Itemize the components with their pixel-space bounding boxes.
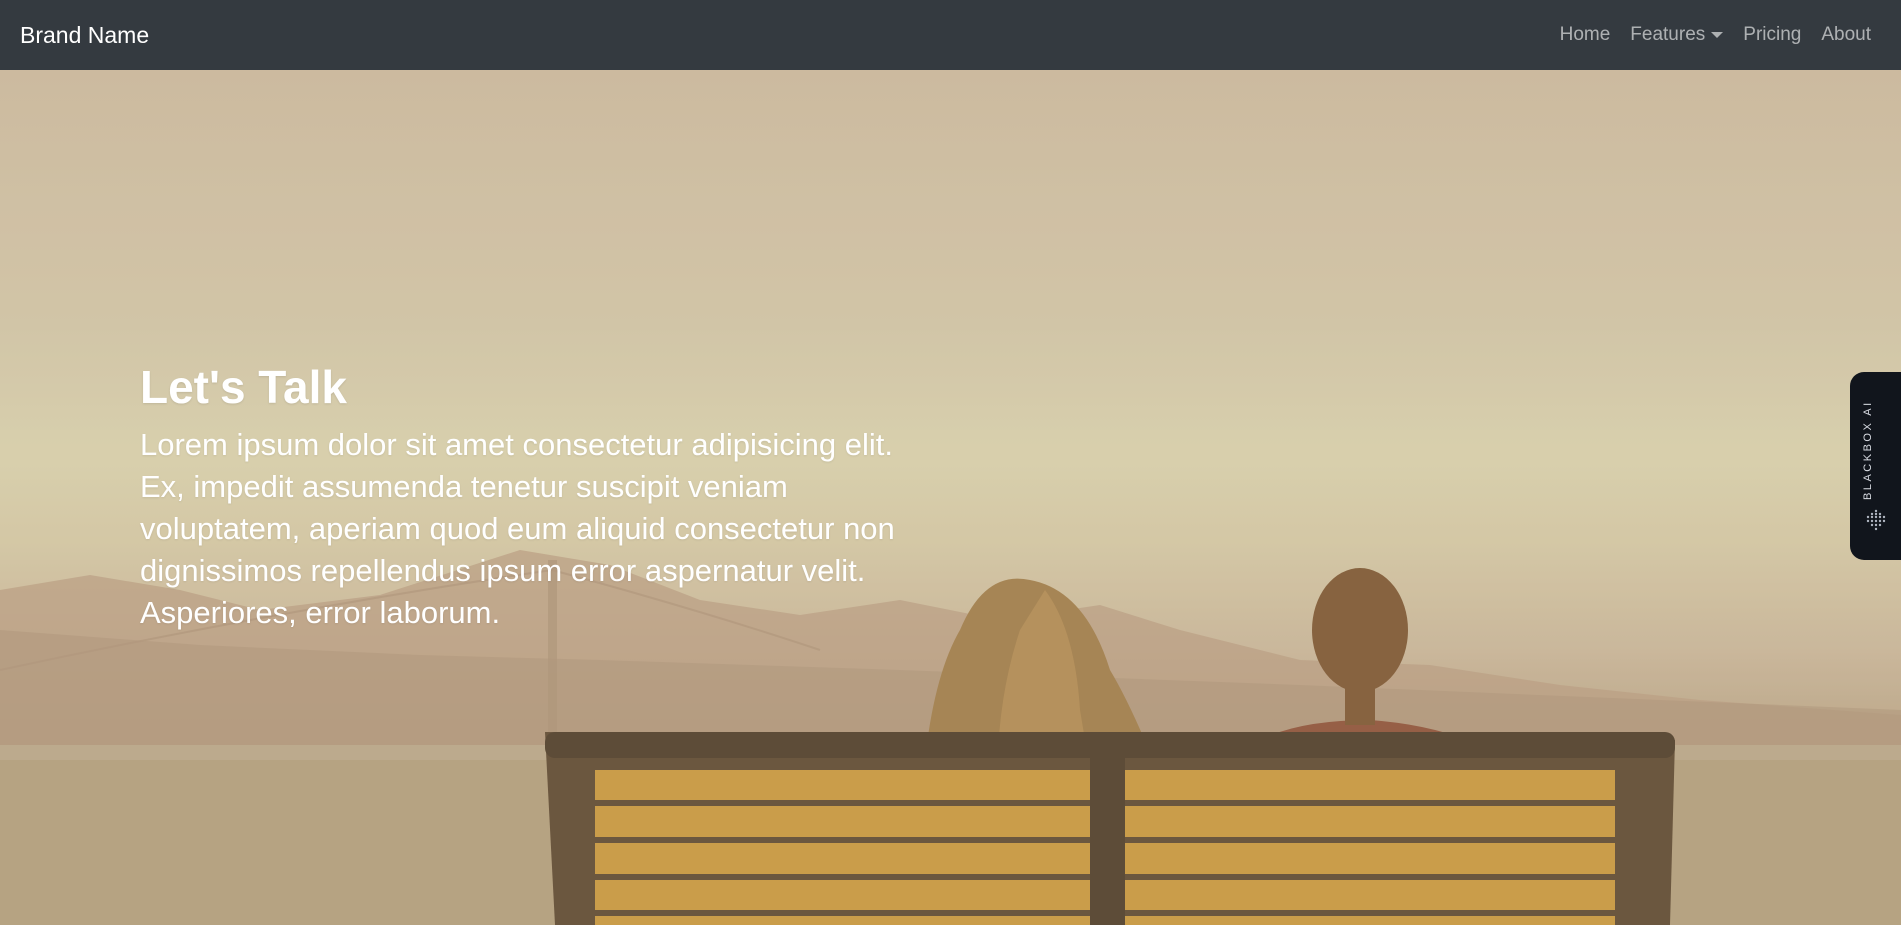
nav-link-features-label: Features [1630, 24, 1706, 45]
blackbox-dots-icon [1866, 509, 1886, 531]
nav-links: Home Features Pricing About [1550, 24, 1881, 46]
nav-link-about[interactable]: About [1811, 24, 1881, 46]
blackbox-ai-side-tab[interactable]: BLACKBOX AI [1850, 372, 1901, 560]
hero-text-block: Let's Talk Lorem ipsum dolor sit amet co… [140, 360, 920, 634]
hero-title: Let's Talk [140, 361, 347, 413]
nav-link-features-dropdown[interactable]: Features [1620, 24, 1733, 46]
top-navbar: Brand Name Home Features Pricing About [0, 0, 1901, 70]
blackbox-ai-label: BLACKBOX AI [1862, 400, 1874, 500]
nav-link-pricing[interactable]: Pricing [1733, 24, 1811, 46]
hero-description: Lorem ipsum dolor sit amet consectetur a… [140, 427, 895, 630]
brand-link[interactable]: Brand Name [20, 22, 149, 49]
hero-section: Let's Talk Lorem ipsum dolor sit amet co… [0, 70, 1901, 925]
nav-link-home[interactable]: Home [1550, 24, 1621, 46]
caret-down-icon [1711, 32, 1724, 38]
